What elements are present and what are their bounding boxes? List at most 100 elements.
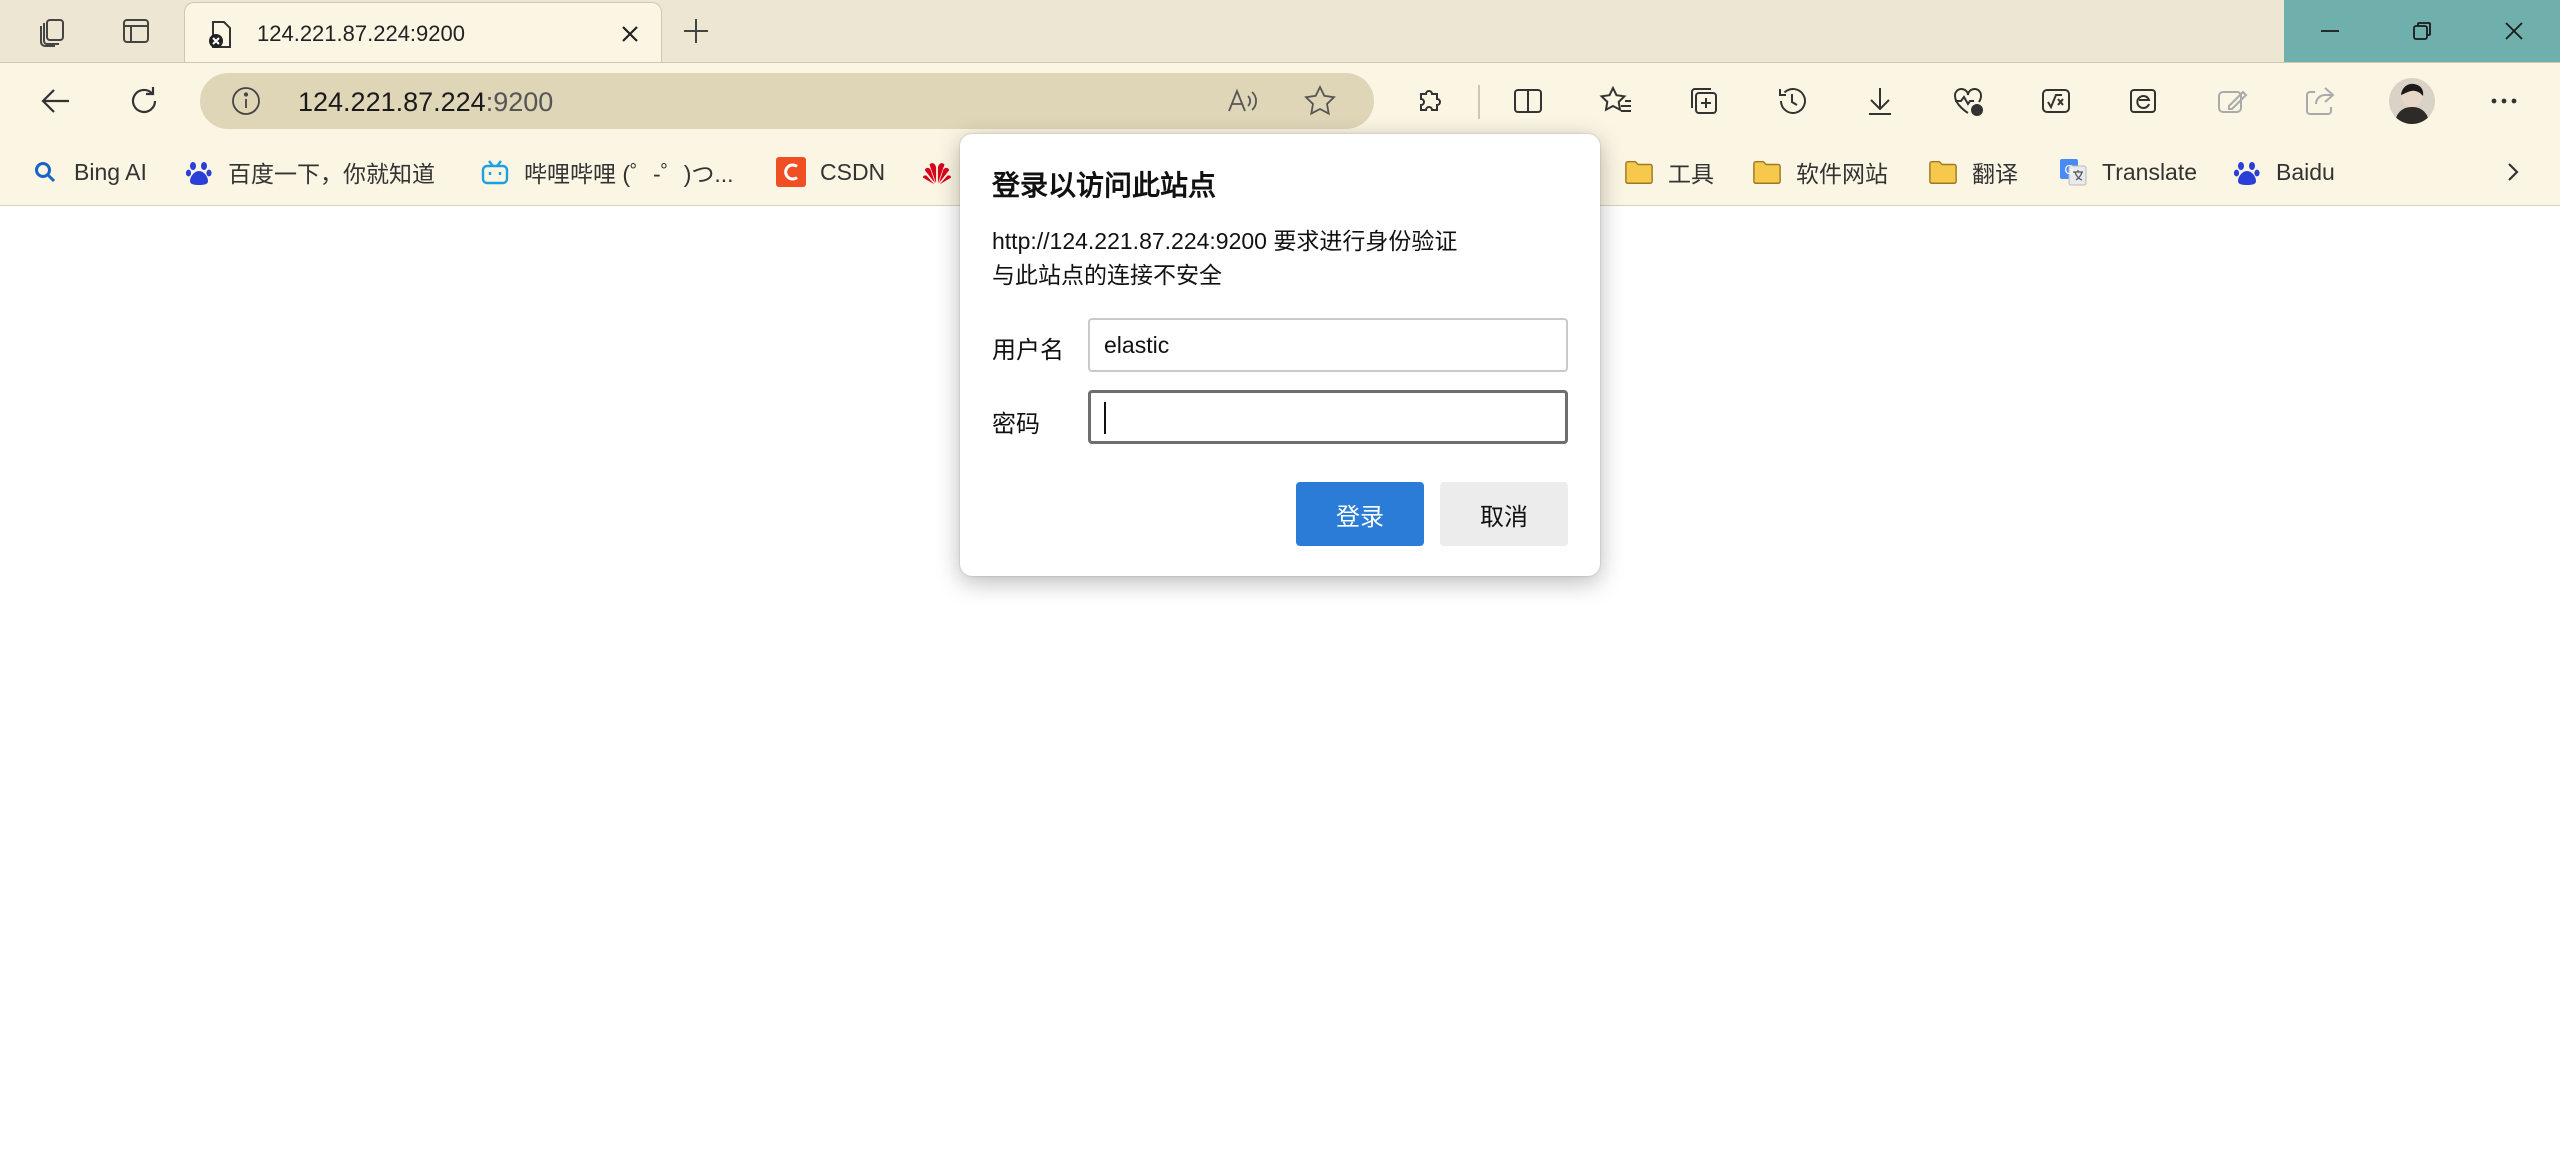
- baidu-paw-icon: [2232, 157, 2262, 187]
- profile-button[interactable]: [2386, 75, 2438, 127]
- bookmark-label: CSDN: [820, 158, 886, 185]
- restore-button[interactable]: [2376, 0, 2468, 62]
- bookmark-label: 工具: [1668, 161, 1714, 187]
- cancel-button[interactable]: 取消: [1440, 482, 1568, 546]
- more-icon: [2491, 98, 2517, 104]
- plus-icon: [684, 19, 708, 43]
- back-arrow-icon: [41, 89, 69, 113]
- site-info-button[interactable]: [230, 85, 262, 117]
- text-caret: [1104, 402, 1106, 434]
- bookmark-label: Baidu: [2276, 158, 2335, 185]
- browser-essentials-button[interactable]: [1942, 75, 1994, 127]
- dialog-title: 登录以访问此站点: [992, 170, 1217, 201]
- refresh-button[interactable]: [118, 75, 170, 127]
- history-button[interactable]: [1766, 75, 1818, 127]
- avatar: [2389, 78, 2435, 124]
- bookmark-label: 翻译: [1972, 161, 2018, 187]
- login-button[interactable]: 登录: [1296, 482, 1424, 546]
- bookmark-bing-ai[interactable]: Bing AI: [30, 150, 147, 194]
- close-icon: [622, 26, 638, 42]
- bookmark-google-translate[interactable]: G Translate: [2058, 150, 2197, 194]
- workspaces-icon: [40, 19, 64, 47]
- download-icon: [1869, 88, 1891, 115]
- browser-toolbar: 124.221.87.224:9200: [0, 62, 2560, 138]
- username-label: 用户名: [992, 337, 1064, 364]
- edit-tools-button[interactable]: [2206, 75, 2258, 127]
- star-icon: [1304, 84, 1336, 116]
- toolbar-divider: [1478, 85, 1480, 119]
- math-solver-button[interactable]: [2030, 75, 2082, 127]
- minimize-button[interactable]: [2284, 0, 2376, 62]
- password-input[interactable]: [1088, 390, 1568, 444]
- edit-tools-icon: [2218, 90, 2248, 113]
- tab-strip: 124.221.87.224:9200: [0, 0, 2560, 64]
- math-solver-icon: [2042, 89, 2070, 113]
- search-icon: [30, 157, 60, 187]
- collections-icon: [1691, 88, 1717, 114]
- bookmark-label: 百度一下，你就知道: [228, 161, 435, 187]
- username-input[interactable]: [1088, 318, 1568, 372]
- favorite-button[interactable]: [1302, 83, 1338, 119]
- collections-button[interactable]: [1678, 75, 1730, 127]
- read-aloud-icon: [1228, 88, 1257, 112]
- tab-title: 124.221.87.224:9200: [257, 21, 465, 46]
- vertical-tabs-icon: [123, 19, 149, 43]
- puzzle-icon: [1420, 90, 1441, 111]
- bookmark-baidu-home[interactable]: 百度一下，你就知道: [184, 150, 435, 194]
- bookmark-folder-translate[interactable]: 翻译: [1928, 150, 2018, 194]
- bookmark-bilibili[interactable]: 哔哩哔哩 (゜-゜)つ...: [480, 150, 734, 194]
- restore-icon: [2413, 22, 2431, 40]
- bookmark-baidu[interactable]: Baidu: [2232, 150, 2335, 194]
- active-tab[interactable]: 124.221.87.224:9200: [184, 2, 662, 64]
- window-controls: [2284, 0, 2560, 62]
- url-port: :9200: [485, 87, 554, 117]
- history-icon: [1779, 88, 1806, 114]
- settings-and-more-button[interactable]: [2478, 75, 2530, 127]
- svg-text:G: G: [2064, 163, 2073, 177]
- back-button[interactable]: [30, 75, 82, 127]
- close-icon: [2505, 22, 2523, 40]
- minimize-icon: [2321, 30, 2339, 32]
- extensions-button[interactable]: [1404, 75, 1456, 127]
- password-label: 密码: [992, 411, 1040, 438]
- close-tab-button[interactable]: [613, 17, 647, 51]
- split-screen-button[interactable]: [1502, 75, 1554, 127]
- ie-mode-button[interactable]: [2118, 75, 2170, 127]
- close-window-button[interactable]: [2468, 0, 2560, 62]
- sign-in-dialog: 登录以访问此站点 http://124.221.87.224:9200 要求进行…: [960, 134, 1600, 576]
- favorites-icon: [1599, 85, 1631, 112]
- heart-pulse-icon: [1954, 88, 1983, 116]
- more-bookmarks-button[interactable]: [2490, 150, 2536, 194]
- read-aloud-button[interactable]: [1224, 83, 1260, 119]
- downloads-button[interactable]: [1854, 75, 1906, 127]
- folder-icon: [1752, 157, 1782, 187]
- share-button[interactable]: [2294, 75, 2346, 127]
- baidu-paw-icon: [184, 157, 214, 187]
- url-host: 124.221.87.224: [298, 87, 486, 117]
- tab-actions-button[interactable]: [110, 8, 162, 54]
- huawei-icon: [922, 157, 952, 187]
- bookmark-label: 哔哩哔哩 (゜-゜)つ...: [524, 161, 734, 187]
- bookmark-label: 软件网站: [1796, 161, 1888, 187]
- folder-icon: [1928, 157, 1958, 187]
- bookmark-label: Bing AI: [74, 158, 147, 185]
- dialog-auth-message: http://124.221.87.224:9200 要求进行身份验证: [992, 228, 1458, 254]
- bookmark-label: Translate: [2102, 158, 2198, 185]
- bilibili-icon: [480, 157, 510, 187]
- favorites-button[interactable]: [1590, 75, 1642, 127]
- bookmark-folder-tools[interactable]: 工具: [1624, 150, 1714, 194]
- workspaces-button[interactable]: [26, 8, 78, 54]
- not-secure-page-icon: [209, 21, 231, 48]
- dialog-insecure-warning: 与此站点的连接不安全: [992, 262, 1222, 288]
- bookmark-csdn[interactable]: CSDN: [776, 150, 885, 194]
- folder-icon: [1624, 157, 1654, 187]
- bookmark-folder-software[interactable]: 软件网站: [1752, 150, 1888, 194]
- ie-mode-icon: [2130, 89, 2156, 113]
- info-icon: [232, 87, 260, 115]
- refresh-icon: [131, 87, 157, 114]
- new-tab-button[interactable]: [670, 8, 722, 54]
- address-bar[interactable]: 124.221.87.224:9200: [200, 73, 1374, 129]
- url-text[interactable]: 124.221.87.224:9200: [298, 87, 553, 118]
- share-icon: [2306, 87, 2335, 115]
- csdn-icon: [776, 157, 806, 187]
